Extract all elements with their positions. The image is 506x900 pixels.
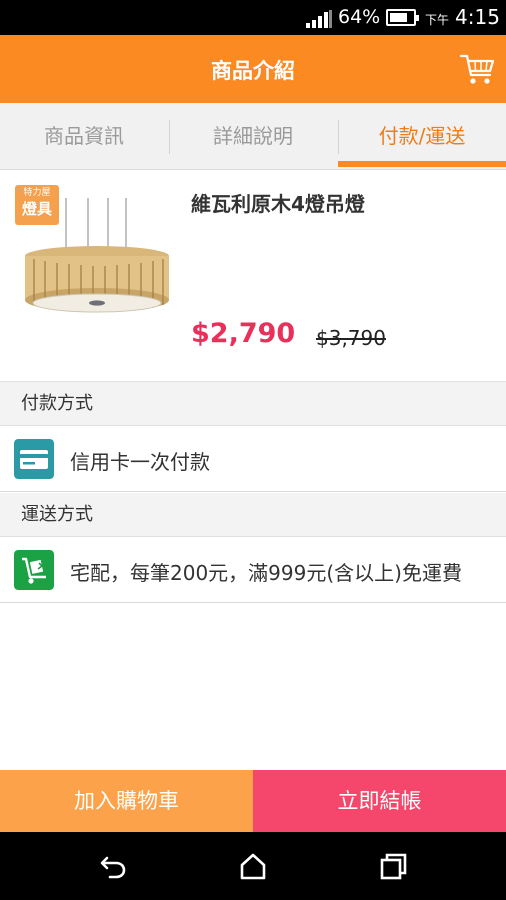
tab-details[interactable]: 詳細說明 [169,103,337,170]
product-name: 維瓦利原木4燈吊燈 [191,192,365,216]
shipping-method-row: 宅配，每筆200元，滿999元(含以上)免運費 [0,537,506,603]
action-bar: 加入購物車 立即結帳 [0,770,506,832]
delivery-truck-icon [14,550,54,590]
shipping-section-heading: 運送方式 [0,493,506,537]
home-icon[interactable] [238,852,268,880]
checkout-button[interactable]: 立即結帳 [253,770,506,832]
credit-card-icon [14,439,54,479]
product-summary: 特力屋 燈具 維瓦利原木4燈吊燈 $2,790 $3,790 [0,170,506,382]
battery-icon [386,9,419,26]
tab-bar: 商品資訊 詳細說明 付款/運送 [0,103,506,170]
status-time: 4:15 [455,5,500,29]
original-price: $3,790 [316,326,386,350]
brand-badge: 特力屋 燈具 [15,185,59,225]
active-tab-indicator [338,161,506,167]
back-icon[interactable] [98,852,128,880]
badge-line-1: 特力屋 [23,188,51,198]
sale-price: $2,790 [191,318,296,349]
app-bar: 商品介紹 [0,35,506,103]
page-title: 商品介紹 [211,59,295,83]
recent-apps-icon[interactable] [378,852,408,880]
tab-product-info[interactable]: 商品資訊 [0,103,168,170]
add-to-cart-button[interactable]: 加入購物車 [0,770,253,832]
signal-icon [306,10,332,28]
system-nav-bar [0,832,506,900]
status-bar: 64% 下午 4:15 [0,0,506,35]
tab-payment-shipping[interactable]: 付款/運送 [338,103,506,170]
payment-method-row: 信用卡一次付款 [0,426,506,492]
shipping-method-text: 宅配，每筆200元，滿999元(含以上)免運費 [70,561,462,585]
payment-method-text: 信用卡一次付款 [70,450,210,474]
status-ampm: 下午 [425,13,450,27]
battery-percent: 64% [338,6,381,28]
shopping-cart-icon[interactable] [459,51,495,87]
badge-line-2: 燈具 [21,200,52,218]
payment-section-heading: 付款方式 [0,382,506,426]
